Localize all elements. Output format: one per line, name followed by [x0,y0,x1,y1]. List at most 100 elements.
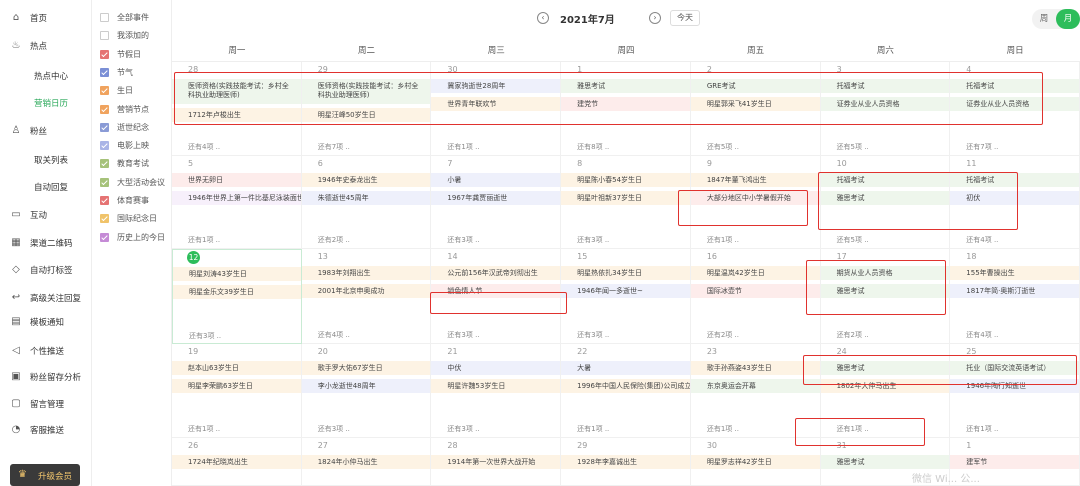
day-cell[interactable]: 11 托福考试 初伏 还有4项 .. [950,156,1080,249]
more-events-link[interactable]: 还有7项 .. [966,142,998,152]
filter-checkbox[interactable]: 节假日 [100,47,172,63]
event-item[interactable]: 公元前156年汉武帝刘彻出生 [431,266,561,280]
nav-item[interactable]: ▣ 粉丝留存分析 [0,367,92,387]
day-cell[interactable]: 9 1847年董飞鸿出生 大部分地区中小学暑假开始 还有1项 .. [690,156,821,249]
day-cell[interactable]: 26 1724年纪晓岚出生 [172,438,302,486]
nav-item[interactable]: ▤ 模板通知 [0,312,92,332]
more-events-link[interactable]: 还有4项 .. [318,330,350,340]
day-cell[interactable]: 29 1928年李嘉诚出生 [561,438,691,486]
upgrade-vip-button[interactable]: ♛ 升级会员 [10,464,80,486]
filter-checkbox[interactable]: 我添加的 [100,28,172,44]
event-item[interactable]: 世界无卵日 [172,173,301,187]
filter-checkbox[interactable]: 逝世纪念 [100,120,172,136]
more-events-link[interactable]: 还有3项 .. [577,330,609,340]
event-item[interactable]: 朱德逝世45周年 [301,191,431,205]
event-item[interactable]: 明星许魏53岁生日 [431,379,561,393]
event-item[interactable]: 明星叶祖新37岁生日 [561,191,690,205]
event-item[interactable]: 托福考试 [820,173,950,187]
nav-item[interactable]: 热点中心 [0,66,92,86]
more-events-link[interactable]: 还有3项 .. [447,424,479,434]
event-item[interactable]: 1946年世界上第一件比基尼泳装面世 [172,191,301,205]
event-item[interactable]: 1928年李嘉诚出生 [561,455,690,469]
day-cell[interactable]: 30 冀家驹逝世28周年 世界青年联欢节 还有1项 .. [431,62,562,156]
event-item[interactable]: 1914年第一次世界大战开始 [431,455,561,469]
event-item[interactable]: 155年曹操出生 [950,266,1079,280]
filter-checkbox[interactable]: 全部事件 [100,10,172,26]
event-item[interactable]: 世界青年联欢节 [431,97,561,111]
filter-checkbox[interactable]: 国际纪念日 [100,211,172,227]
event-item[interactable]: 1946年史泰龙出生 [301,173,431,187]
event-item[interactable]: 明星陈小春54岁生日 [561,173,690,187]
event-item[interactable]: 1817年简·奥斯汀逝世 [950,284,1079,298]
event-item[interactable]: 明星罗志祥42岁生日 [690,455,820,469]
more-events-link[interactable]: 还有3项 .. [189,331,221,341]
event-item[interactable]: 李小龙逝世48周年 [301,379,431,393]
event-item[interactable]: 期货从业人员资格 [820,266,950,280]
day-cell[interactable]: 14 公元前156年汉武帝刘彻出生 锁色情人节 还有3项 .. [431,249,562,344]
event-item[interactable]: 歌手罗大佑67岁生日 [301,361,431,375]
more-events-link[interactable]: 还有4项 .. [966,235,998,245]
nav-item[interactable]: 营销日历 [0,93,92,113]
more-events-link[interactable]: 还有3项 .. [447,330,479,340]
filter-checkbox[interactable]: 电影上映 [100,138,172,154]
day-cell[interactable]: 25 托业（国际交流英语考试） 1946年陶行知逝世 还有1项 .. [950,344,1080,438]
event-item[interactable]: 雅思考试 [820,284,950,298]
day-cell[interactable]: 16 明星温岚42岁生日 国际冰壶节 还有2项 .. [690,249,821,344]
day-cell[interactable]: 2 GRE考试 明星郭采飞41岁生日 还有5项 .. [690,62,821,156]
more-events-link[interactable]: 还有1项 .. [837,424,869,434]
day-cell[interactable]: 28 医师资格(实践技能考试：乡村全科执业助理医师) 1712年卢梭出生 还有4项 .… [172,62,302,156]
day-cell[interactable]: 18 155年曹操出生 1817年简·奥斯汀逝世 还有4项 .. [950,249,1080,344]
event-item[interactable]: 东京奥运会开幕 [690,379,820,393]
event-item[interactable]: 医师资格(实践技能考试：乡村全科执业助理医师) [301,79,431,104]
next-month-button[interactable]: › [649,12,661,24]
prev-month-button[interactable]: ‹ [537,12,549,24]
more-events-link[interactable]: 还有5项 .. [837,235,869,245]
more-events-link[interactable]: 还有3项 .. [447,235,479,245]
nav-item[interactable]: ↩ 高级关注回复 [0,288,92,308]
nav-item[interactable]: ▢ 留言管理 [0,394,92,414]
event-item[interactable]: 雅思考试 [561,79,690,93]
event-item[interactable]: 1712年卢梭出生 [172,108,301,122]
event-item[interactable]: 明星郭采飞41岁生日 [690,97,820,111]
event-item[interactable]: 托福考试 [950,79,1079,93]
more-events-link[interactable]: 还有2项 .. [837,330,869,340]
day-cell[interactable]: 12 明星刘涛43岁生日 明星金乐文39岁生日 还有3项 .. [172,249,302,344]
more-events-link[interactable]: 还有4项 .. [966,330,998,340]
day-cell[interactable]: 6 1946年史泰龙出生 朱德逝世45周年 还有2项 .. [301,156,432,249]
event-item[interactable]: 托业（国际交流英语考试） [950,361,1079,375]
more-events-link[interactable]: 还有4项 .. [188,142,220,152]
event-item[interactable]: 小暑 [431,173,561,187]
day-cell[interactable]: 23 歌手孙燕姿43岁生日 东京奥运会开幕 还有1项 .. [690,344,821,438]
event-item[interactable]: 大部分地区中小学暑假开始 [690,191,820,205]
event-item[interactable]: 大暑 [561,361,690,375]
more-events-link[interactable]: 还有1项 .. [188,235,220,245]
event-item[interactable]: 1983年刘翔出生 [301,266,431,280]
day-cell[interactable]: 13 1983年刘翔出生 2001年北京申奥成功 还有4项 .. [301,249,432,344]
more-events-link[interactable]: 还有5项 .. [837,142,869,152]
more-events-link[interactable]: 还有3项 .. [318,424,350,434]
event-item[interactable]: 1967年龚贾丽逝世 [431,191,561,205]
day-cell[interactable]: 8 明星陈小春54岁生日 明星叶祖新37岁生日 还有3项 .. [561,156,691,249]
day-cell[interactable]: 10 托福考试 雅思考试 还有5项 .. [820,156,951,249]
day-cell[interactable]: 24 雅思考试 1802年大仲马出生 还有1项 .. [820,344,951,438]
day-cell[interactable]: 1 雅思考试 建党节 还有8项 .. [561,62,691,156]
event-item[interactable]: 锁色情人节 [431,284,561,298]
day-cell[interactable]: 27 1824年小仲马出生 [301,438,432,486]
day-cell[interactable]: 22 大暑 1996年中国人民保险(集团)公司成立 还有1项 .. [561,344,691,438]
day-cell[interactable]: 20 歌手罗大佑67岁生日 李小龙逝世48周年 还有3项 .. [301,344,432,438]
more-events-link[interactable]: 还有5项 .. [707,142,739,152]
event-item[interactable]: 明星汪峰50岁生日 [301,108,431,122]
nav-item[interactable]: 取关列表 [0,150,92,170]
event-item[interactable]: 赵本山63岁生日 [172,361,301,375]
event-item[interactable]: 雅思考试 [820,191,950,205]
day-cell[interactable]: 28 1914年第一次世界大战开始 [431,438,562,486]
filter-checkbox[interactable]: 节气 [100,65,172,81]
event-item[interactable]: 1996年中国人民保险(集团)公司成立 [561,379,690,393]
filter-checkbox[interactable]: 历史上的今日 [100,230,172,246]
event-item[interactable]: 证券业从业人员资格 [950,97,1079,111]
event-item[interactable]: 歌手孙燕姿43岁生日 [690,361,820,375]
day-cell[interactable]: 5 世界无卵日 1946年世界上第一件比基尼泳装面世 还有1项 .. [172,156,302,249]
more-events-link[interactable]: 还有1项 .. [707,424,739,434]
nav-item[interactable]: ◇ 自动打标签 [0,260,92,280]
event-item[interactable]: 1802年大仲马出生 [820,379,950,393]
